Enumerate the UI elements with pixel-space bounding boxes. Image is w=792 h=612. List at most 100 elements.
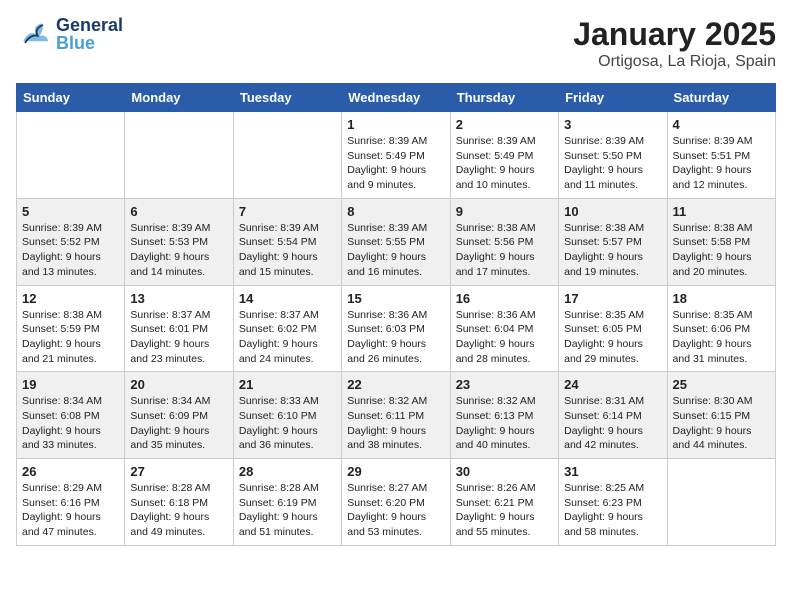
day-number: 28 [239,464,336,479]
calendar-cell: 8Sunrise: 8:39 AM Sunset: 5:55 PM Daylig… [342,198,450,285]
day-number: 30 [456,464,553,479]
weekday-header-wednesday: Wednesday [342,84,450,112]
calendar-cell: 21 Sunrise: 8:33 AM Sunset: 6:10 PM Dayli… [233,372,341,459]
title-block: January 2025 Ortigosa, La Rioja, Spain [573,16,776,71]
logo-text: General Blue [56,16,123,52]
day-info: Sunrise: 8:39 AM Sunset: 5:53 PM Dayligh… [130,221,227,280]
day-number: 16 [456,291,553,306]
day-number: 25 [673,377,770,392]
day-info: Sunrise: 8:37 AM Sunset: 6:02 PM Dayligh… [239,308,336,367]
weekday-header-tuesday: Tuesday [233,84,341,112]
calendar-cell: 23 Sunrise: 8:32 AM Sunset: 6:13 PM Dayli… [450,372,558,459]
day-number: 26 [22,464,119,479]
calendar-cell: 6Sunrise: 8:39 AM Sunset: 5:53 PM Daylig… [125,198,233,285]
calendar-cell: 18 Sunrise: 8:35 AM Sunset: 6:06 PM Dayli… [667,285,775,372]
day-info: Sunrise: 8:25 AM Sunset: 6:23 PM Dayligh… [564,481,661,540]
day-number: 15 [347,291,444,306]
day-number: 4 [673,117,770,132]
calendar-cell: 25Sunrise: 8:30 AM Sunset: 6:15 PM Dayli… [667,372,775,459]
day-info: Sunrise: 8:39 AM Sunset: 5:51 PM Dayligh… [673,134,770,193]
calendar-cell: 29 Sunrise: 8:27 AM Sunset: 6:20 PM Dayli… [342,459,450,546]
logo: General Blue [16,16,123,52]
day-info: Sunrise: 8:38 AM Sunset: 5:57 PM Dayligh… [564,221,661,280]
day-number: 7 [239,204,336,219]
day-number: 22 [347,377,444,392]
day-info: Sunrise: 8:32 AM Sunset: 6:13 PM Dayligh… [456,394,553,453]
day-info: Sunrise: 8:26 AM Sunset: 6:21 PM Dayligh… [456,481,553,540]
day-number: 9 [456,204,553,219]
week-row-1: 1 Sunrise: 8:39 AM Sunset: 5:49 PM Daylig… [17,112,776,199]
calendar-cell: 11 Sunrise: 8:38 AM Sunset: 5:58 PM Dayli… [667,198,775,285]
weekday-header-row: SundayMondayTuesdayWednesdayThursdayFrid… [17,84,776,112]
day-info: Sunrise: 8:38 AM Sunset: 5:56 PM Dayligh… [456,221,553,280]
day-info: Sunrise: 8:34 AM Sunset: 6:08 PM Dayligh… [22,394,119,453]
day-info: Sunrise: 8:34 AM Sunset: 6:09 PM Dayligh… [130,394,227,453]
day-number: 29 [347,464,444,479]
calendar-cell: 24Sunrise: 8:31 AM Sunset: 6:14 PM Dayli… [559,372,667,459]
calendar-cell: 4 Sunrise: 8:39 AM Sunset: 5:51 PM Daylig… [667,112,775,199]
day-info: Sunrise: 8:37 AM Sunset: 6:01 PM Dayligh… [130,308,227,367]
day-number: 5 [22,204,119,219]
day-number: 27 [130,464,227,479]
day-info: Sunrise: 8:27 AM Sunset: 6:20 PM Dayligh… [347,481,444,540]
day-info: Sunrise: 8:33 AM Sunset: 6:10 PM Dayligh… [239,394,336,453]
calendar-cell: 27Sunrise: 8:28 AM Sunset: 6:18 PM Dayli… [125,459,233,546]
weekday-header-friday: Friday [559,84,667,112]
day-number: 23 [456,377,553,392]
day-number: 21 [239,377,336,392]
day-info: Sunrise: 8:36 AM Sunset: 6:04 PM Dayligh… [456,308,553,367]
calendar-cell: 14 Sunrise: 8:37 AM Sunset: 6:02 PM Dayli… [233,285,341,372]
page-header: General Blue January 2025 Ortigosa, La R… [16,16,776,71]
day-info: Sunrise: 8:35 AM Sunset: 6:06 PM Dayligh… [673,308,770,367]
weekday-header-sunday: Sunday [17,84,125,112]
day-info: Sunrise: 8:29 AM Sunset: 6:16 PM Dayligh… [22,481,119,540]
calendar-cell: 1Sunrise: 8:39 AM Sunset: 5:49 PM Daylig… [342,112,450,199]
calendar-cell: 19Sunrise: 8:34 AM Sunset: 6:08 PM Dayli… [17,372,125,459]
day-number: 8 [347,204,444,219]
calendar-cell [125,112,233,199]
calendar-cell: 28 Sunrise: 8:28 AM Sunset: 6:19 PM Dayli… [233,459,341,546]
calendar-cell: 2 Sunrise: 8:39 AM Sunset: 5:49 PM Daylig… [450,112,558,199]
calendar-cell [233,112,341,199]
logo-icon [16,16,52,52]
weekday-header-saturday: Saturday [667,84,775,112]
day-number: 18 [673,291,770,306]
weekday-header-thursday: Thursday [450,84,558,112]
day-info: Sunrise: 8:39 AM Sunset: 5:54 PM Dayligh… [239,221,336,280]
day-number: 2 [456,117,553,132]
calendar-cell: 15 Sunrise: 8:36 AM Sunset: 6:03 PM Dayli… [342,285,450,372]
logo-general: General [56,16,123,34]
calendar-table: SundayMondayTuesdayWednesdayThursdayFrid… [16,83,776,546]
calendar-cell: 5 Sunrise: 8:39 AM Sunset: 5:52 PM Daylig… [17,198,125,285]
day-number: 14 [239,291,336,306]
calendar-cell [17,112,125,199]
calendar-cell: 30 Sunrise: 8:26 AM Sunset: 6:21 PM Dayli… [450,459,558,546]
day-number: 12 [22,291,119,306]
calendar-cell: 10 Sunrise: 8:38 AM Sunset: 5:57 PM Dayli… [559,198,667,285]
day-number: 20 [130,377,227,392]
day-info: Sunrise: 8:28 AM Sunset: 6:19 PM Dayligh… [239,481,336,540]
day-number: 10 [564,204,661,219]
calendar-cell: 3Sunrise: 8:39 AM Sunset: 5:50 PM Daylig… [559,112,667,199]
day-number: 24 [564,377,661,392]
calendar-cell: 22Sunrise: 8:32 AM Sunset: 6:11 PM Dayli… [342,372,450,459]
calendar-cell: 31 Sunrise: 8:25 AM Sunset: 6:23 PM Dayli… [559,459,667,546]
day-info: Sunrise: 8:38 AM Sunset: 5:58 PM Dayligh… [673,221,770,280]
weekday-header-monday: Monday [125,84,233,112]
day-info: Sunrise: 8:39 AM Sunset: 5:49 PM Dayligh… [456,134,553,193]
week-row-5: 26 Sunrise: 8:29 AM Sunset: 6:16 PM Dayli… [17,459,776,546]
day-number: 13 [130,291,227,306]
calendar-cell [667,459,775,546]
day-number: 11 [673,204,770,219]
calendar-cell: 12 Sunrise: 8:38 AM Sunset: 5:59 PM Dayli… [17,285,125,372]
logo-blue: Blue [56,34,123,52]
day-info: Sunrise: 8:38 AM Sunset: 5:59 PM Dayligh… [22,308,119,367]
day-info: Sunrise: 8:36 AM Sunset: 6:03 PM Dayligh… [347,308,444,367]
calendar-cell: 7 Sunrise: 8:39 AM Sunset: 5:54 PM Daylig… [233,198,341,285]
day-number: 3 [564,117,661,132]
day-info: Sunrise: 8:39 AM Sunset: 5:52 PM Dayligh… [22,221,119,280]
calendar-cell: 26 Sunrise: 8:29 AM Sunset: 6:16 PM Dayli… [17,459,125,546]
calendar-cell: 13 Sunrise: 8:37 AM Sunset: 6:01 PM Dayli… [125,285,233,372]
day-number: 31 [564,464,661,479]
day-number: 1 [347,117,444,132]
